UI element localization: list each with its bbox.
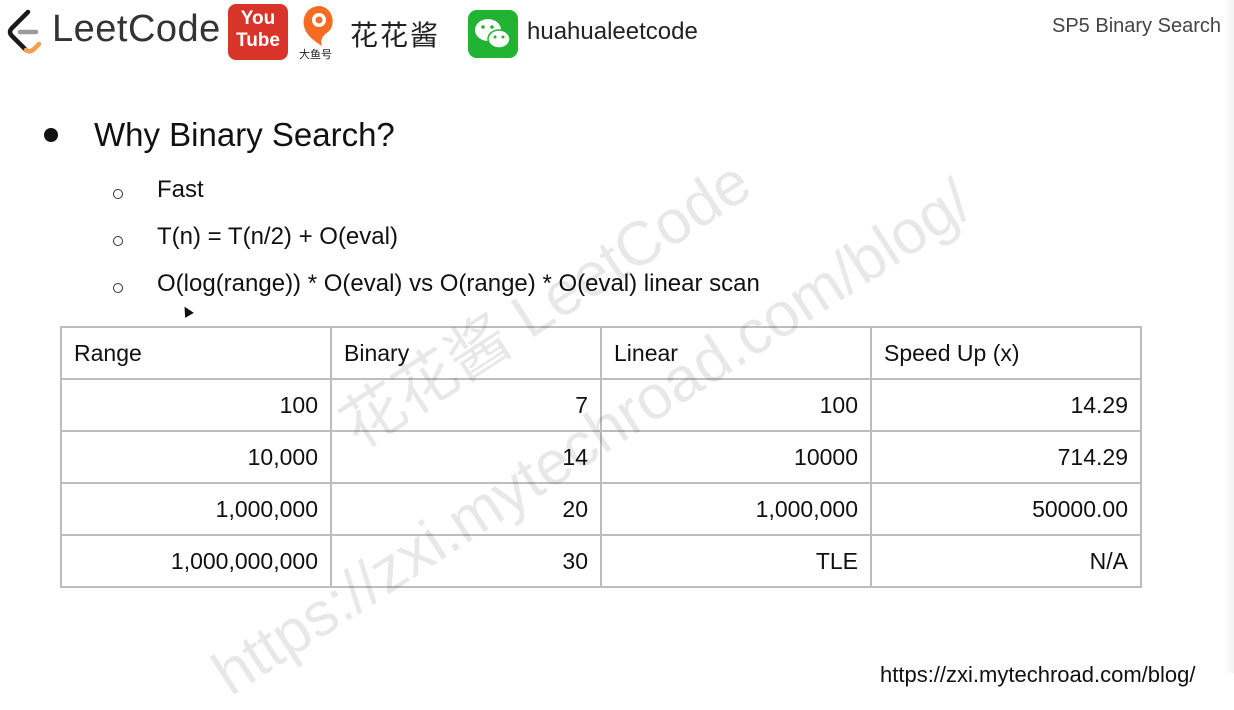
table-cell: 1,000,000 (60, 482, 332, 536)
table-row: 1,000,000,000 30 TLE N/A (60, 534, 1142, 588)
column-header-range: Range (60, 326, 332, 380)
table-cell: 10,000 (60, 430, 332, 484)
bullet-circle-icon (113, 189, 123, 199)
bullet-circle-icon (113, 236, 123, 246)
table-cell: 20 (330, 482, 602, 536)
table-cell: 10000 (600, 430, 872, 484)
table-cell: 100 (60, 378, 332, 432)
bullet-dot (44, 128, 58, 142)
youtube-logo-line2: Tube (236, 30, 280, 51)
sub-bullet-text: O(log(range)) * O(eval) vs O(range) * O(… (157, 270, 760, 297)
table-row: 1,000,000 20 1,000,000 50000.00 (60, 482, 1142, 536)
table-cell: 50000.00 (870, 482, 1142, 536)
table-cell: TLE (600, 534, 872, 588)
column-header-linear: Linear (600, 326, 872, 380)
table-cell: 30 (330, 534, 602, 588)
table-cell: 14.29 (870, 378, 1142, 432)
table-cell: 100 (600, 378, 872, 432)
youtube-logo-icon: You Tube (228, 4, 288, 60)
column-header-speedup: Speed Up (x) (870, 326, 1142, 380)
slide-title: Why Binary Search? (94, 116, 395, 153)
complexity-table: Range Binary Linear Speed Up (x) 100 7 1… (60, 326, 1142, 588)
douyu-label: 大鱼号 (299, 49, 332, 61)
sub-bullet: T(n) = T(n/2) + O(eval) (113, 223, 1013, 259)
mouse-cursor-icon (180, 304, 194, 318)
leetcode-logo-icon (7, 9, 42, 54)
column-header-binary: Binary (330, 326, 602, 380)
table-cell: 7 (330, 378, 602, 432)
table-cell: 714.29 (870, 430, 1142, 484)
wechat-account-name: huahualeetcode (527, 18, 698, 45)
sub-bullet: O(log(range)) * O(eval) vs O(range) * O(… (113, 270, 1013, 306)
table-cell: 14 (330, 430, 602, 484)
channel-name: 花花酱 (350, 20, 441, 51)
slide-section-label: SP5 Binary Search (1052, 15, 1221, 37)
sub-bullet-text: T(n) = T(n/2) + O(eval) (157, 223, 398, 250)
table-row: 100 7 100 14.29 (60, 378, 1142, 432)
youtube-logo-line1: You (240, 8, 276, 29)
table-cell: 1,000,000 (600, 482, 872, 536)
slide-header: LeetCode You Tube 大鱼号 花花酱 huahualeetcode… (0, 0, 1234, 70)
table-row: 10,000 14 10000 714.29 (60, 430, 1142, 484)
table-cell: N/A (870, 534, 1142, 588)
wechat-logo-icon (468, 10, 518, 58)
table-header-row: Range Binary Linear Speed Up (x) (60, 326, 1142, 380)
edge-shadow (1224, 0, 1234, 673)
bullet-circle-icon (113, 283, 123, 293)
sub-bullet-text: Fast (157, 176, 204, 203)
leetcode-wordmark: LeetCode (52, 8, 221, 50)
table-cell: 1,000,000,000 (60, 534, 332, 588)
footer-url: https://zxi.mytechroad.com/blog/ (880, 662, 1196, 687)
sub-bullet: Fast (113, 176, 1013, 212)
